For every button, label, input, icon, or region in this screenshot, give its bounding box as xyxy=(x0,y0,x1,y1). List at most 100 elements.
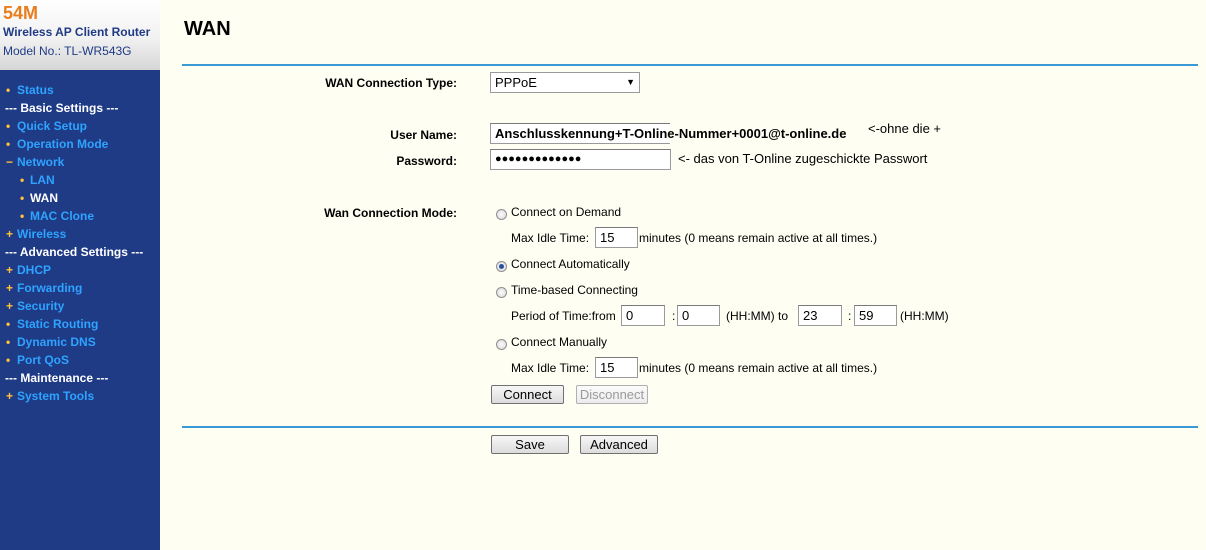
divider-bottom xyxy=(182,426,1198,428)
user-name-label: User Name: xyxy=(390,128,457,142)
sidebar-item-label: Quick Setup xyxy=(17,119,88,133)
hhmm-to-label: (HH:MM) to xyxy=(726,309,788,323)
sidebar-item-system-tools[interactable]: + System Tools xyxy=(0,387,160,405)
menu-section-maintenance: --- Maintenance --- xyxy=(0,369,160,387)
bullet-icon: • xyxy=(20,191,25,205)
radio-connect-manually[interactable] xyxy=(496,339,507,350)
brand-model-number: Model No.: TL-WR543G xyxy=(3,44,132,58)
sidebar-menu: • Status --- Basic Settings --- • Quick Setu… xyxy=(0,81,160,405)
max-idle-time-label-1: Max Idle Time: xyxy=(511,231,590,245)
expand-icon: + xyxy=(6,227,14,241)
to-minute-input[interactable]: 59 xyxy=(854,305,897,326)
sidebar-item-label: System Tools xyxy=(17,389,95,403)
sidebar-item-wan[interactable]: • WAN xyxy=(0,189,160,207)
hhmm-label: (HH:MM) xyxy=(900,309,949,323)
sidebar-item-label: Static Routing xyxy=(17,317,99,331)
sidebar: 54M Wireless AP Client Router Model No.:… xyxy=(0,0,160,550)
radio-time-based-connecting[interactable] xyxy=(496,287,507,298)
sidebar-item-static-routing[interactable]: • Static Routing xyxy=(0,315,160,333)
bullet-icon: • xyxy=(6,317,11,331)
page-title: WAN xyxy=(184,18,231,40)
time-based-connecting-label: Time-based Connecting xyxy=(511,283,638,297)
wan-connection-mode-label: Wan Connection Mode: xyxy=(324,206,457,220)
sidebar-item-security[interactable]: + Security xyxy=(0,297,160,315)
sidebar-item-status[interactable]: • Status xyxy=(0,81,160,99)
max-idle-time-label-2: Max Idle Time: xyxy=(511,361,590,375)
divider-top xyxy=(182,64,1198,66)
save-button[interactable]: Save xyxy=(491,435,569,454)
sidebar-item-label: --- Advanced Settings --- xyxy=(5,245,144,259)
max-idle-time-hint-1: minutes (0 means remain active at all ti… xyxy=(639,231,878,245)
bullet-icon: • xyxy=(6,119,11,133)
sidebar-item-label: WAN xyxy=(30,191,58,205)
user-name-input[interactable]: Anschlusskennung+T-Online-Nummer+0001@t-… xyxy=(490,123,846,144)
sidebar-item-label: MAC Clone xyxy=(30,209,94,223)
collapse-icon: − xyxy=(6,155,14,169)
sidebar-item-dynamic-dns[interactable]: • Dynamic DNS xyxy=(0,333,160,351)
menu-section-basic-settings: --- Basic Settings --- xyxy=(0,99,160,117)
to-hour-input[interactable]: 23 xyxy=(798,305,842,326)
period-of-time-label: Period of Time:from xyxy=(511,309,616,323)
sidebar-item-forwarding[interactable]: + Forwarding xyxy=(0,279,160,297)
to-colon: : xyxy=(848,309,852,323)
sidebar-item-label: Dynamic DNS xyxy=(17,335,96,349)
sidebar-item-port-qos[interactable]: • Port QoS xyxy=(0,351,160,369)
max-idle-time-input-2[interactable]: 15 xyxy=(595,357,638,378)
from-minute-input[interactable]: 0 xyxy=(677,305,720,326)
sidebar-item-operation-mode[interactable]: • Operation Mode xyxy=(0,135,160,153)
sidebar-item-label: DHCP xyxy=(17,263,52,277)
sidebar-item-quick-setup[interactable]: • Quick Setup xyxy=(0,117,160,135)
expand-icon: + xyxy=(6,281,14,295)
disconnect-button[interactable]: Disconnect xyxy=(576,385,648,404)
expand-icon: + xyxy=(6,299,14,313)
wan-connection-type-value: PPPoE xyxy=(495,75,537,90)
from-colon: : xyxy=(672,309,676,323)
sidebar-item-label: Status xyxy=(17,83,54,97)
sidebar-item-label: --- Maintenance --- xyxy=(5,371,109,385)
chevron-down-icon: ▼ xyxy=(626,77,635,87)
sidebar-item-label: --- Basic Settings --- xyxy=(5,101,119,115)
menu-section-advanced-settings: --- Advanced Settings --- xyxy=(0,243,160,261)
bullet-icon: • xyxy=(6,83,11,97)
bullet-icon: • xyxy=(20,209,25,223)
expand-icon: + xyxy=(6,263,14,277)
brand-product-name: Wireless AP Client Router xyxy=(3,25,151,39)
model-no-label: Model No.: xyxy=(3,44,62,58)
wan-connection-type-select[interactable]: PPPoE ▼ xyxy=(490,72,640,93)
user-name-note: <-ohne die + xyxy=(868,121,942,136)
max-idle-time-hint-2: minutes (0 means remain active at all ti… xyxy=(639,361,878,375)
sidebar-item-label: Security xyxy=(17,299,65,313)
brand-speed: 54M xyxy=(3,3,39,23)
sidebar-item-label: LAN xyxy=(30,173,55,187)
password-label: Password: xyxy=(396,154,457,168)
radio-connect-automatically[interactable] xyxy=(496,261,507,272)
wan-connection-type-label: WAN Connection Type: xyxy=(325,76,457,90)
connect-automatically-label: Connect Automatically xyxy=(511,257,630,271)
bullet-icon: • xyxy=(20,173,25,187)
brand-header: 54M Wireless AP Client Router Model No.:… xyxy=(0,0,160,70)
sidebar-item-wireless[interactable]: + Wireless xyxy=(0,225,160,243)
bullet-icon: • xyxy=(6,335,11,349)
bullet-icon: • xyxy=(6,353,11,367)
sidebar-item-label: Port QoS xyxy=(17,353,70,367)
password-note: <- das von T-Online zugeschickte Passwor… xyxy=(678,151,928,166)
password-input[interactable]: ●●●●●●●●●●●●● xyxy=(490,149,671,170)
sidebar-item-lan[interactable]: • LAN xyxy=(0,171,160,189)
connect-on-demand-label: Connect on Demand xyxy=(511,205,622,219)
bullet-icon: • xyxy=(6,137,11,151)
expand-icon: + xyxy=(6,389,14,403)
sidebar-item-label: Operation Mode xyxy=(17,137,109,151)
from-hour-input[interactable]: 0 xyxy=(621,305,665,326)
sidebar-item-label: Network xyxy=(17,155,65,169)
sidebar-item-label: Forwarding xyxy=(17,281,83,295)
connect-button[interactable]: Connect xyxy=(491,385,564,404)
sidebar-item-mac-clone[interactable]: • MAC Clone xyxy=(0,207,160,225)
model-no-value: TL-WR543G xyxy=(64,44,132,58)
connect-manually-label: Connect Manually xyxy=(511,335,608,349)
sidebar-item-label: Wireless xyxy=(17,227,67,241)
sidebar-item-network[interactable]: − Network xyxy=(0,153,160,171)
sidebar-item-dhcp[interactable]: + DHCP xyxy=(0,261,160,279)
max-idle-time-input-1[interactable]: 15 xyxy=(595,227,638,248)
radio-connect-on-demand[interactable] xyxy=(496,209,507,220)
advanced-button[interactable]: Advanced xyxy=(580,435,658,454)
